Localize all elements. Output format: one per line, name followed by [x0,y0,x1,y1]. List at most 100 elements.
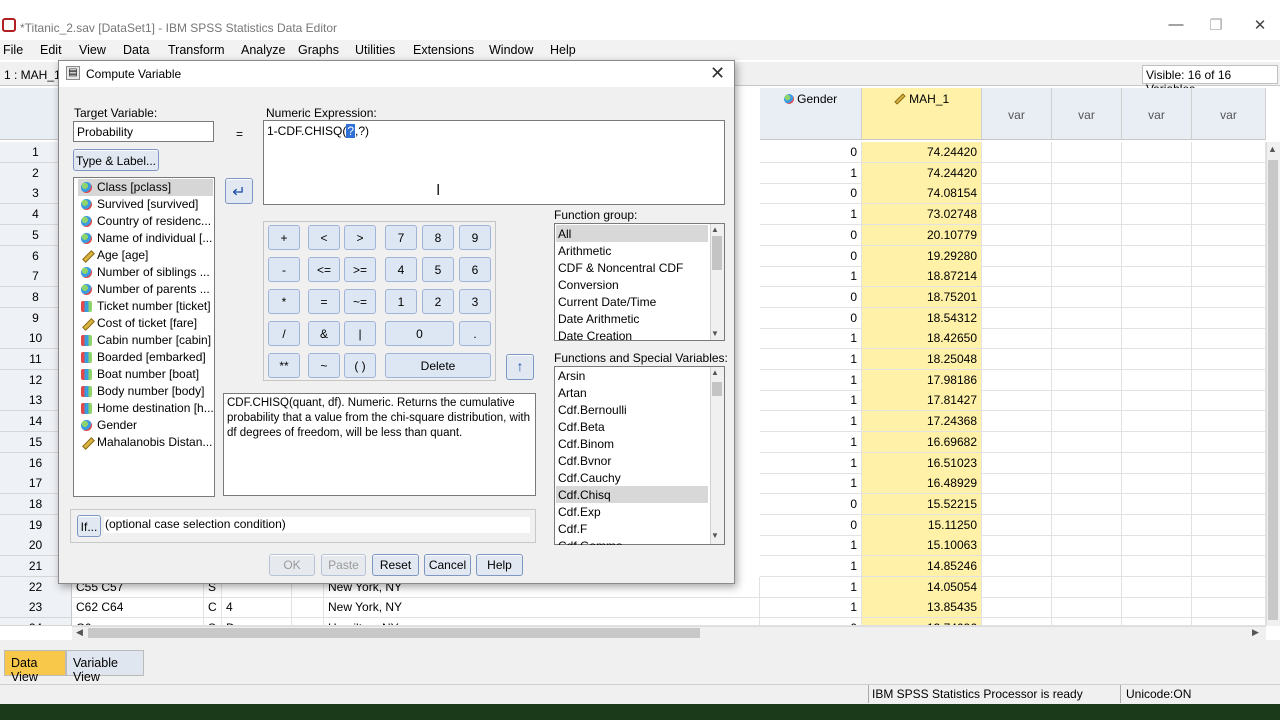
cell-boat[interactable]: 4 [222,597,292,618]
cell-empty[interactable] [1122,597,1192,618]
scroll-right-arrow-icon[interactable]: ▶ [1252,627,1259,638]
dialog-close-icon[interactable]: ✕ [710,63,725,84]
cell-gender[interactable]: 0 [760,494,862,515]
menu-data[interactable]: Data [123,43,149,57]
cell-gender[interactable]: 1 [760,204,862,225]
cell-empty[interactable] [1192,308,1266,329]
calc-button[interactable]: ( ) [344,353,376,378]
cancel-button[interactable]: Cancel [424,554,471,576]
cell-empty[interactable] [1192,349,1266,370]
variable-item[interactable]: Boarded [embarked] [78,349,213,366]
cell-mah-1[interactable]: 18.87214 [862,266,982,287]
column-header-var-4[interactable]: var [1192,88,1266,140]
cell-empty[interactable] [982,246,1052,267]
if-button[interactable]: If... [77,515,101,537]
cell-mah-1[interactable]: 14.05054 [862,577,982,598]
cell-empty[interactable] [982,390,1052,411]
cell-mah-1[interactable]: 14.85246 [862,556,982,577]
cell-gender[interactable]: 0 [760,183,862,204]
cell-empty[interactable] [1122,453,1192,474]
cell-empty[interactable] [982,473,1052,494]
cell-empty[interactable] [1122,473,1192,494]
function-item[interactable]: Cdf.Cauchy [556,469,708,486]
cell-mah-1[interactable]: 17.24368 [862,411,982,432]
cell-empty[interactable] [1122,390,1192,411]
cell-gender[interactable]: 0 [760,142,862,163]
function-group-item[interactable]: Arithmetic [556,242,708,259]
function-item[interactable]: Cdf.Binom [556,435,708,452]
function-group-item[interactable]: Date Arithmetic [556,310,708,327]
variable-item[interactable]: Ticket number [ticket] [78,298,213,315]
cell-empty[interactable] [1192,183,1266,204]
cell-empty[interactable] [1192,287,1266,308]
cell-empty[interactable] [982,370,1052,391]
vertical-scroll-thumb[interactable] [1268,160,1278,620]
variable-item[interactable]: Home destination [h... [78,400,213,417]
cell-empty[interactable] [1122,183,1192,204]
cell-empty[interactable] [1192,142,1266,163]
calc-button[interactable]: <= [308,257,340,282]
cell-body[interactable] [292,597,324,618]
cell-gender[interactable]: 1 [760,328,862,349]
cell-mah-1[interactable]: 19.29280 [862,246,982,267]
cell-empty[interactable] [982,266,1052,287]
cell-home-destination[interactable]: New York, NY [324,597,760,618]
tab-data-view[interactable]: Data View [4,650,66,684]
cell-empty[interactable] [1052,618,1122,626]
cell-empty[interactable] [1192,411,1266,432]
calc-button[interactable]: - [268,257,300,282]
insert-function-up-button[interactable]: ↑ [506,354,534,380]
cell-empty[interactable] [1052,246,1122,267]
column-header-mah-1[interactable]: MAH_1 [862,88,982,140]
calc-button[interactable]: ~= [344,289,376,314]
cell-empty[interactable] [1052,556,1122,577]
menu-analyze[interactable]: Analyze [241,43,285,57]
function-item[interactable]: Arsin [556,367,708,384]
cell-empty[interactable] [982,142,1052,163]
cell-empty[interactable] [1052,432,1122,453]
variable-item[interactable]: Boat number [boat] [78,366,213,383]
menu-graphs[interactable]: Graphs [298,43,339,57]
cell-empty[interactable] [1192,246,1266,267]
cell-mah-1[interactable]: 15.52215 [862,494,982,515]
function-item[interactable]: Cdf.Gamma [556,537,708,545]
cell-empty[interactable] [1192,577,1266,598]
tab-variable-view[interactable]: Variable View [66,650,144,684]
calc-button[interactable]: = [308,289,340,314]
menu-view[interactable]: View [79,43,106,57]
cell-empty[interactable] [1192,390,1266,411]
cell-empty[interactable] [1052,370,1122,391]
cell-gender[interactable]: 0 [760,308,862,329]
cell-empty[interactable] [1052,183,1122,204]
help-button[interactable]: Help [476,554,523,576]
cell-empty[interactable] [1052,287,1122,308]
cell-empty[interactable] [1122,432,1192,453]
cell-empty[interactable] [1192,535,1266,556]
cell-mah-1[interactable]: 18.25048 [862,349,982,370]
cell-gender[interactable]: 0 [760,225,862,246]
close-window-button[interactable]: ✕ [1250,16,1270,34]
function-group-item[interactable]: Conversion [556,276,708,293]
cell-empty[interactable] [1052,163,1122,184]
cell-empty[interactable] [982,308,1052,329]
cell-gender[interactable]: 1 [760,535,862,556]
cell-empty[interactable] [982,556,1052,577]
cell-empty[interactable] [1192,473,1266,494]
variable-item[interactable]: Class [pclass] [78,179,213,196]
cell-mah-1[interactable]: 74.08154 [862,183,982,204]
cell-mah-1[interactable]: 13.74096 [862,618,982,626]
horizontal-scroll-thumb[interactable] [88,628,700,638]
calc-button[interactable]: 0 [385,321,454,346]
cell-empty[interactable] [1052,142,1122,163]
scroll-up-arrow-icon[interactable]: ▲ [711,368,719,377]
cell-mah-1[interactable]: 73.02748 [862,204,982,225]
calc-button[interactable]: 4 [385,257,417,282]
cell-empty[interactable] [1122,266,1192,287]
variable-item[interactable]: Name of individual [... [78,230,213,247]
cell-mah-1[interactable]: 15.11250 [862,515,982,536]
cell-gender[interactable]: 1 [760,597,862,618]
cell-boat[interactable]: D [222,618,292,626]
variable-item[interactable]: Survived [survived] [78,196,213,213]
cell-gender[interactable]: 1 [760,349,862,370]
cell-mah-1[interactable]: 15.10063 [862,535,982,556]
